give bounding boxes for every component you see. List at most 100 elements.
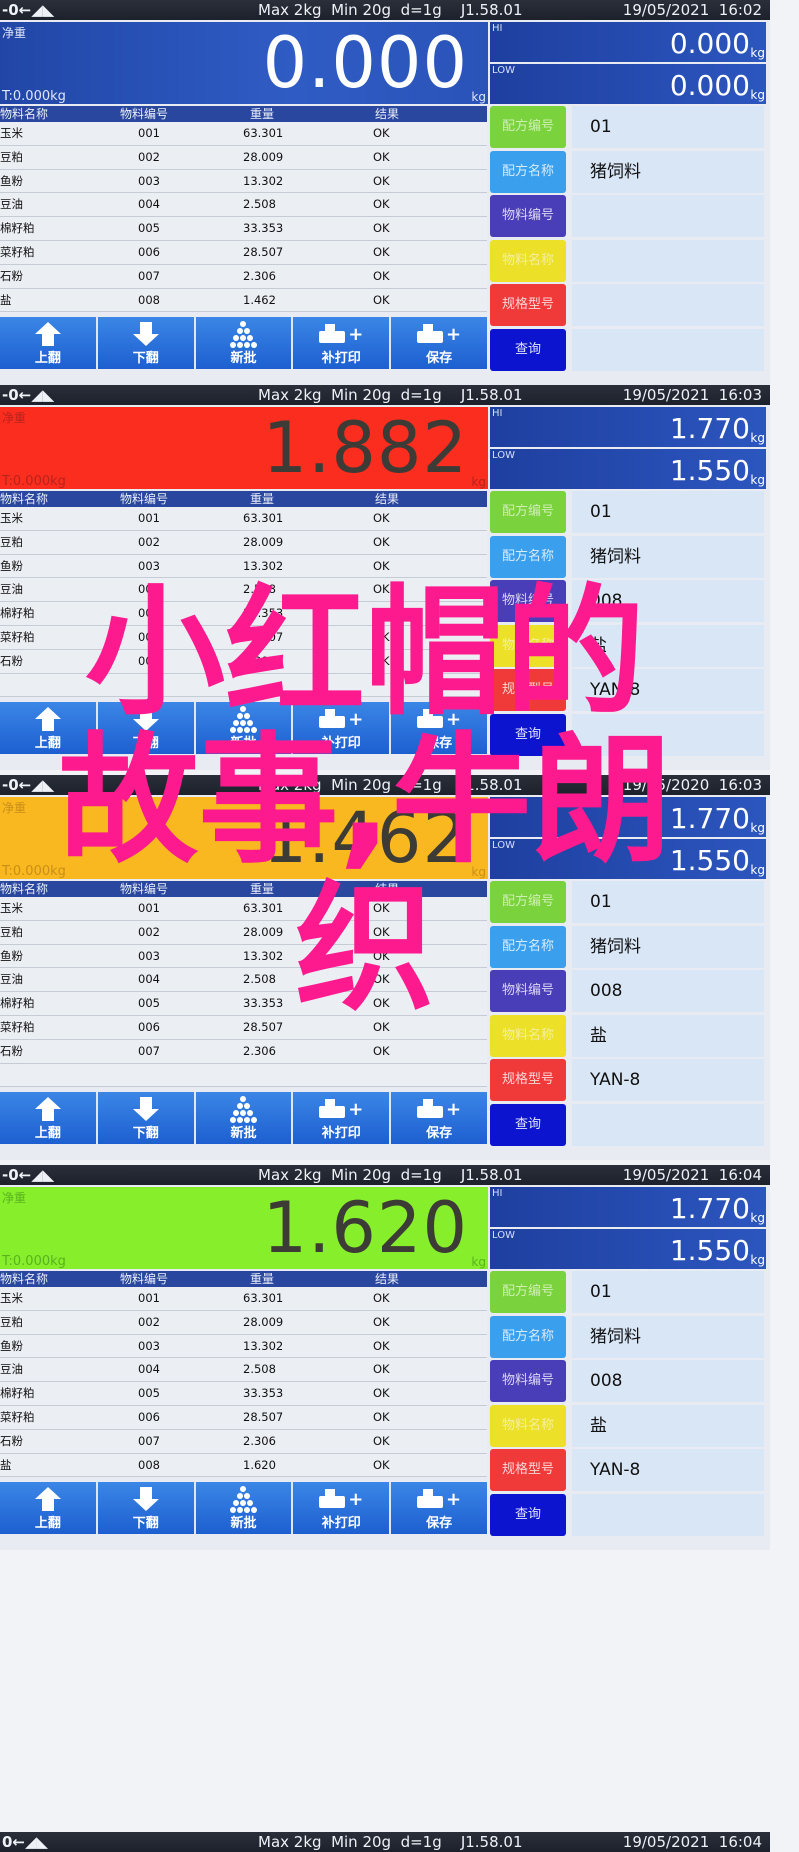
table-row[interactable]: 玉米 001 63.301 OK bbox=[0, 897, 487, 921]
query-field[interactable] bbox=[572, 1103, 764, 1146]
table-row[interactable]: 菜籽粕 006 28.507 OK bbox=[0, 1405, 487, 1430]
hi-limit-display[interactable]: HI 1.770 kg bbox=[490, 407, 766, 447]
table-row[interactable]: 豆油 004 2.508 OK bbox=[0, 968, 487, 993]
recipe-number-field[interactable]: 01 bbox=[572, 881, 764, 923]
recipe-name-field[interactable]: 猪饲料 bbox=[572, 150, 764, 193]
table-row[interactable]: 豆粕 002 28.009 OK bbox=[0, 920, 487, 945]
save-button[interactable]: + 保存 bbox=[391, 702, 487, 754]
table-row[interactable]: 菜籽粕 006 28.507 OK bbox=[0, 1015, 487, 1040]
spec-model-button[interactable]: 规格型号 bbox=[490, 1059, 566, 1102]
query-field[interactable] bbox=[572, 328, 764, 371]
material-name-field[interactable]: 盐 bbox=[572, 1014, 764, 1057]
save-button[interactable]: + 保存 bbox=[391, 317, 487, 369]
table-row[interactable]: 鱼粉 003 13.302 OK bbox=[0, 944, 487, 969]
table-row[interactable]: 豆粕 002 28.009 OK bbox=[0, 145, 487, 170]
spec-model-button[interactable]: 规格型号 bbox=[490, 284, 566, 327]
new-batch-button[interactable]: 新批 bbox=[195, 702, 294, 754]
query-button[interactable]: 查询 bbox=[490, 713, 566, 756]
spec-model-field[interactable]: YAN-8 bbox=[572, 669, 764, 712]
spec-model-field[interactable] bbox=[572, 284, 764, 327]
table-row[interactable]: 豆油 004 2.508 OK bbox=[0, 578, 487, 603]
low-limit-display[interactable]: LOW 1.550 kg bbox=[490, 449, 766, 489]
table-row[interactable]: 棉籽粕 005 33.353 OK bbox=[0, 992, 487, 1016]
query-button[interactable]: 查询 bbox=[490, 328, 566, 371]
low-limit-display[interactable]: LOW 0.000 kg bbox=[490, 64, 766, 104]
material-name-button[interactable]: 物料名称 bbox=[490, 1014, 566, 1057]
page-up-button[interactable]: 上翻 bbox=[0, 317, 98, 369]
hi-limit-display[interactable]: HI 1.770 kg bbox=[490, 1187, 766, 1227]
spec-model-button[interactable]: 规格型号 bbox=[490, 1449, 566, 1492]
save-button[interactable]: + 保存 bbox=[391, 1092, 487, 1144]
table-row[interactable]: 石粉 007 2.306 OK bbox=[0, 264, 487, 289]
page-down-button[interactable]: 下翻 bbox=[97, 1092, 196, 1144]
new-batch-button[interactable]: 新批 bbox=[195, 1092, 294, 1144]
recipe-number-button[interactable]: 配方编号 bbox=[490, 1271, 566, 1313]
recipe-name-button[interactable]: 配方名称 bbox=[490, 925, 566, 968]
table-row[interactable]: 鱼粉 003 13.302 OK bbox=[0, 1334, 487, 1359]
reprint-button[interactable]: + 补打印 bbox=[293, 702, 392, 754]
material-number-field[interactable] bbox=[572, 195, 764, 238]
table-row[interactable]: 菜籽粕 006 28.507 OK bbox=[0, 625, 487, 650]
table-row[interactable]: 豆粕 002 28.009 OK bbox=[0, 1310, 487, 1335]
recipe-number-field[interactable]: 01 bbox=[572, 106, 764, 148]
table-row[interactable]: 石粉 007 2.306 OK bbox=[0, 1429, 487, 1454]
material-number-field[interactable]: 008 bbox=[572, 1360, 764, 1403]
table-row[interactable]: 鱼粉 003 13.302 OK bbox=[0, 554, 487, 579]
recipe-number-field[interactable]: 01 bbox=[572, 1271, 764, 1313]
table-row[interactable]: 盐 008 1.462 OK bbox=[0, 288, 487, 313]
query-field[interactable] bbox=[572, 713, 764, 756]
table-row[interactable]: 玉米 001 63.301 OK bbox=[0, 507, 487, 531]
recipe-number-button[interactable]: 配方编号 bbox=[490, 881, 566, 923]
material-number-button[interactable]: 物料编号 bbox=[490, 1360, 566, 1403]
page-down-button[interactable]: 下翻 bbox=[97, 317, 196, 369]
material-name-field[interactable] bbox=[572, 239, 764, 282]
low-limit-display[interactable]: LOW 1.550 kg bbox=[490, 839, 766, 879]
table-row[interactable]: 棉籽粕 005 33.353 OK bbox=[0, 217, 487, 241]
hi-limit-display[interactable]: HI 0.000 kg bbox=[490, 22, 766, 62]
reprint-button[interactable]: + 补打印 bbox=[293, 1092, 392, 1144]
table-row[interactable]: 石粉 007 2.306 OK bbox=[0, 649, 487, 674]
query-field[interactable] bbox=[572, 1493, 764, 1536]
recipe-number-button[interactable]: 配方编号 bbox=[490, 491, 566, 533]
page-up-button[interactable]: 上翻 bbox=[0, 702, 98, 754]
recipe-name-field[interactable]: 猪饲料 bbox=[572, 925, 764, 968]
material-name-button[interactable]: 物料名称 bbox=[490, 239, 566, 282]
recipe-name-field[interactable]: 猪饲料 bbox=[572, 535, 764, 578]
recipe-name-button[interactable]: 配方名称 bbox=[490, 535, 566, 578]
spec-model-field[interactable]: YAN-8 bbox=[572, 1449, 764, 1492]
material-number-button[interactable]: 物料编号 bbox=[490, 970, 566, 1013]
recipe-name-field[interactable]: 猪饲料 bbox=[572, 1315, 764, 1358]
page-up-button[interactable]: 上翻 bbox=[0, 1482, 98, 1534]
reprint-button[interactable]: + 补打印 bbox=[293, 317, 392, 369]
table-row[interactable]: 菜籽粕 006 28.507 OK bbox=[0, 240, 487, 265]
table-row[interactable]: 玉米 001 63.301 OK bbox=[0, 122, 487, 146]
table-row[interactable]: 豆粕 002 28.009 OK bbox=[0, 530, 487, 555]
material-number-field[interactable]: 008 bbox=[572, 970, 764, 1013]
page-down-button[interactable]: 下翻 bbox=[97, 702, 196, 754]
table-row[interactable]: 鱼粉 003 13.302 OK bbox=[0, 169, 487, 194]
new-batch-button[interactable]: 新批 bbox=[195, 317, 294, 369]
page-up-button[interactable]: 上翻 bbox=[0, 1092, 98, 1144]
query-button[interactable]: 查询 bbox=[490, 1493, 566, 1536]
material-name-field[interactable]: 盐 bbox=[572, 624, 764, 667]
table-row[interactable] bbox=[0, 1063, 487, 1088]
material-name-field[interactable]: 盐 bbox=[572, 1404, 764, 1447]
table-row[interactable]: 玉米 001 63.301 OK bbox=[0, 1287, 487, 1311]
reprint-button[interactable]: + 补打印 bbox=[293, 1482, 392, 1534]
table-row[interactable] bbox=[0, 673, 487, 698]
table-row[interactable]: 棉籽粕 005 33.353 OK bbox=[0, 602, 487, 626]
table-row[interactable]: 豆油 004 2.508 OK bbox=[0, 193, 487, 218]
table-row[interactable]: 豆油 004 2.508 OK bbox=[0, 1358, 487, 1383]
recipe-number-field[interactable]: 01 bbox=[572, 491, 764, 533]
query-button[interactable]: 查询 bbox=[490, 1103, 566, 1146]
new-batch-button[interactable]: 新批 bbox=[195, 1482, 294, 1534]
table-row[interactable]: 盐 008 1.620 OK bbox=[0, 1453, 487, 1478]
recipe-number-button[interactable]: 配方编号 bbox=[490, 106, 566, 148]
material-number-field[interactable]: 008 bbox=[572, 580, 764, 623]
table-row[interactable]: 石粉 007 2.306 OK bbox=[0, 1039, 487, 1064]
recipe-name-button[interactable]: 配方名称 bbox=[490, 1315, 566, 1358]
material-number-button[interactable]: 物料编号 bbox=[490, 580, 566, 623]
hi-limit-display[interactable]: HI 1.770 kg bbox=[490, 797, 766, 837]
material-number-button[interactable]: 物料编号 bbox=[490, 195, 566, 238]
low-limit-display[interactable]: LOW 1.550 kg bbox=[490, 1229, 766, 1269]
